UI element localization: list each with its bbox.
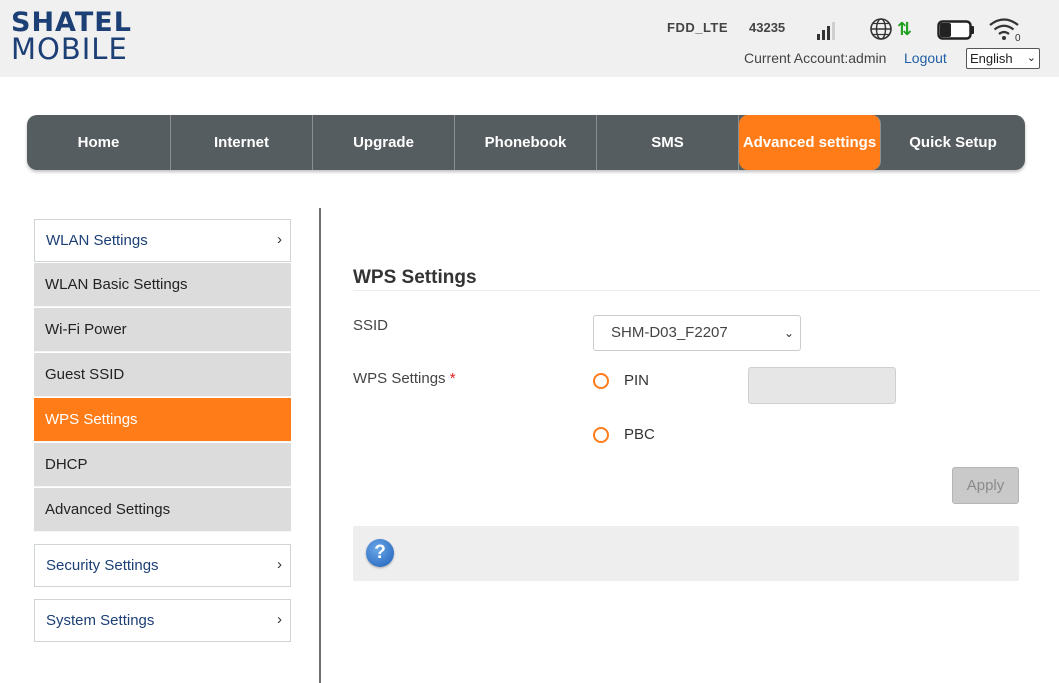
- sidebar-item-advanced-settings[interactable]: Advanced Settings: [34, 488, 291, 532]
- chevron-down-icon: ⌄: [783, 326, 794, 340]
- ssid-label: SSID: [353, 317, 389, 334]
- wps-settings-label: WPS Settings *: [353, 370, 456, 387]
- main-nav: Home Internet Upgrade Phonebook SMS Adva…: [27, 115, 1025, 170]
- pbc-radio[interactable]: [593, 427, 609, 443]
- nav-home[interactable]: Home: [27, 115, 171, 170]
- sidebar-group-label: Security Settings: [46, 557, 159, 574]
- help-icon[interactable]: ?: [366, 539, 394, 567]
- page-title: WPS Settings: [353, 267, 477, 288]
- nav-advanced-settings[interactable]: Advanced settings: [739, 115, 881, 170]
- chevron-right-icon: ›: [277, 611, 282, 628]
- required-asterisk: *: [449, 370, 456, 387]
- language-select[interactable]: English ⌄: [966, 48, 1040, 69]
- nav-sms[interactable]: SMS: [597, 115, 739, 170]
- nav-quick-setup[interactable]: Quick Setup: [881, 115, 1025, 170]
- shatel-mobile-logo: SHATEL MOBILE: [11, 9, 132, 66]
- sidebar-group-wlan-settings[interactable]: WLAN Settings ›: [34, 219, 291, 262]
- data-arrows-icon: ⇅: [897, 19, 913, 39]
- battery-icon: [937, 20, 974, 40]
- operator-code: 43235: [749, 20, 786, 35]
- logo-line-2: MOBILE: [11, 32, 128, 66]
- sidebar-group-label: WLAN Settings: [46, 232, 148, 249]
- sidebar-divider: [319, 208, 321, 683]
- signal-bars-icon: [815, 20, 839, 40]
- language-value: English: [970, 51, 1013, 66]
- sidebar-item-guest-ssid[interactable]: Guest SSID: [34, 353, 291, 397]
- pin-radio[interactable]: [593, 373, 609, 389]
- pbc-radio-label: PBC: [624, 426, 655, 443]
- ssid-select[interactable]: SHM-D03_F2207 ⌄: [593, 315, 801, 351]
- pin-radio-label: PIN: [624, 372, 650, 389]
- wps-settings-label-text: WPS Settings: [353, 370, 446, 387]
- nav-internet[interactable]: Internet: [171, 115, 313, 170]
- apply-button[interactable]: Apply: [952, 467, 1019, 504]
- sidebar-group-security-settings[interactable]: Security Settings ›: [34, 544, 291, 587]
- chevron-down-icon: ⌄: [1026, 52, 1036, 64]
- globe-icon: [870, 18, 892, 40]
- sidebar-item-wlan-basic-settings[interactable]: WLAN Basic Settings: [34, 263, 291, 307]
- nav-upgrade[interactable]: Upgrade: [313, 115, 455, 170]
- sidebar-item-wps-settings[interactable]: WPS Settings: [34, 398, 291, 442]
- current-account: Current Account:admin: [744, 50, 887, 66]
- wifi-client-count: 0: [1015, 33, 1021, 42]
- logout-link[interactable]: Logout: [904, 50, 947, 66]
- help-bar: ?: [353, 526, 1019, 581]
- nav-phonebook[interactable]: Phonebook: [455, 115, 597, 170]
- pin-input[interactable]: [748, 367, 896, 404]
- sidebar-item-wifi-power[interactable]: Wi-Fi Power: [34, 308, 291, 352]
- ssid-value: SHM-D03_F2207: [611, 324, 728, 341]
- wifi-icon: 0: [989, 18, 1021, 42]
- chevron-right-icon: ›: [277, 556, 282, 573]
- chevron-right-icon: ›: [277, 231, 282, 248]
- network-type: FDD_LTE: [667, 20, 729, 35]
- sidebar-item-dhcp[interactable]: DHCP: [34, 443, 291, 487]
- sidebar-group-label: System Settings: [46, 612, 155, 629]
- header-bar: SHATEL MOBILE FDD_LTE 43235 ⇅ 0 Current …: [0, 0, 1059, 77]
- title-divider: [353, 290, 1040, 291]
- sidebar-group-system-settings[interactable]: System Settings ›: [34, 599, 291, 642]
